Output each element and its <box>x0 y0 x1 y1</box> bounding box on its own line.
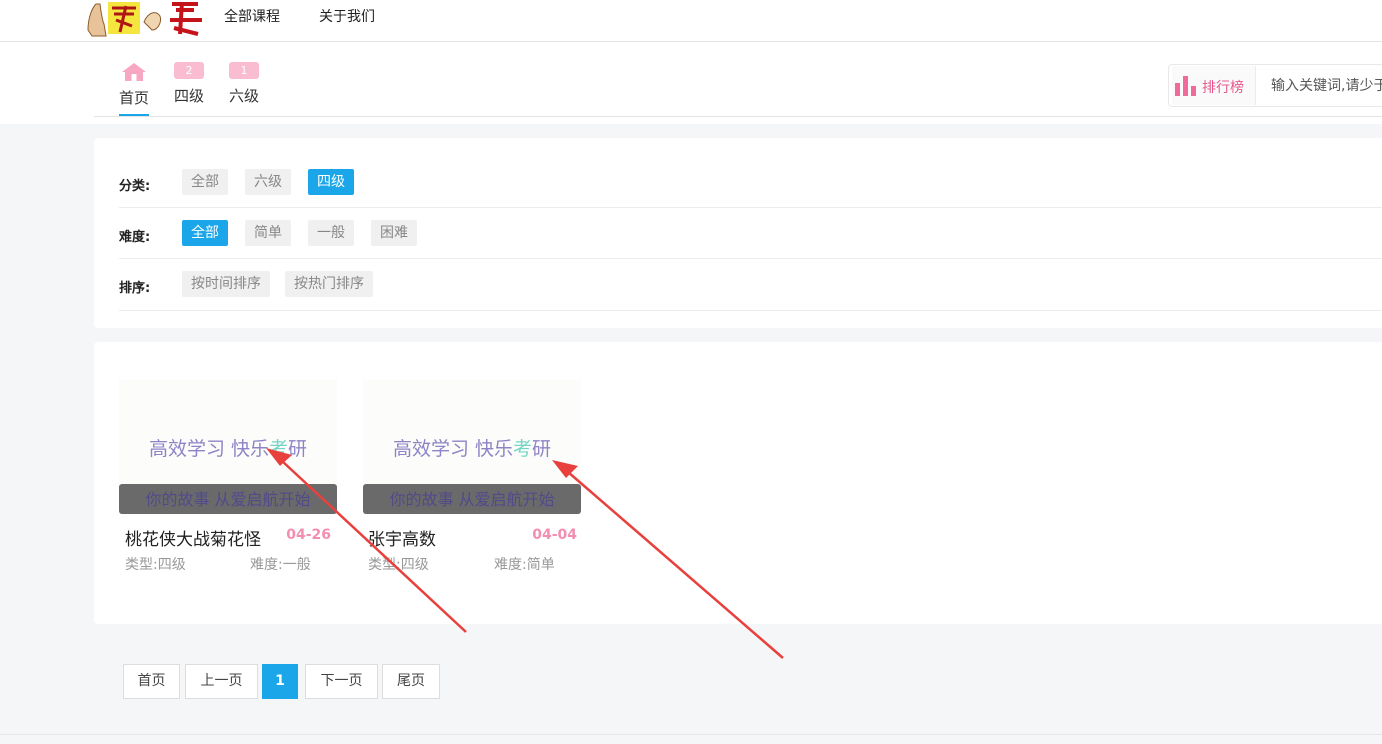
course-date: 04-26 <box>286 527 331 543</box>
active-tab-indicator <box>119 114 149 116</box>
footer-divider <box>0 734 1382 735</box>
category-option-cet6[interactable]: 六级 <box>245 169 291 195</box>
bar-chart-icon <box>1175 76 1197 100</box>
site-logo[interactable] <box>86 0 206 38</box>
tab-home[interactable]: 首页 <box>117 62 151 108</box>
filter-divider <box>119 258 1382 259</box>
sort-label: 排序: <box>119 281 151 296</box>
subnav-divider <box>94 116 1382 117</box>
course-title[interactable]: 桃花侠大战菊花怪 <box>125 525 261 550</box>
sort-by-time[interactable]: 按时间排序 <box>182 271 270 297</box>
difficulty-option-medium[interactable]: 一般 <box>308 220 354 246</box>
ranking-label: 排行榜 <box>1202 80 1244 96</box>
top-header <box>0 0 1382 42</box>
sort-by-popularity[interactable]: 按热门排序 <box>285 271 373 297</box>
page-next[interactable]: 下一页 <box>305 664 378 699</box>
page-first[interactable]: 首页 <box>123 664 180 699</box>
course-thumbnail[interactable]: 高效学习 快乐考研 你的故事 从爱启航开始 <box>363 380 581 514</box>
count-badge: 1 <box>229 62 259 79</box>
nav-all-courses[interactable]: 全部课程 <box>224 6 280 26</box>
difficulty-option-easy[interactable]: 简单 <box>245 220 291 246</box>
tab-label: 六级 <box>228 87 259 105</box>
course-type: 类型:四级 <box>368 557 429 573</box>
ranking-button[interactable]: 排行榜 <box>1172 66 1256 105</box>
difficulty-option-hard[interactable]: 困难 <box>371 220 417 246</box>
course-date: 04-04 <box>532 527 577 543</box>
category-option-cet4[interactable]: 四级 <box>308 169 354 195</box>
difficulty-label: 难度: <box>119 230 151 245</box>
tab-label: 四级 <box>173 87 204 105</box>
count-badge: 2 <box>174 62 204 79</box>
course-difficulty: 难度:简单 <box>494 557 555 573</box>
filter-divider <box>119 310 1382 311</box>
filter-divider <box>119 207 1382 208</box>
page-last[interactable]: 尾页 <box>382 664 440 699</box>
category-label: 分类: <box>119 179 151 194</box>
course-card[interactable]: 高效学习 快乐考研 你的故事 从爱启航开始 桃花侠大战菊花怪 04-26 类型:… <box>119 380 339 580</box>
difficulty-option-all[interactable]: 全部 <box>182 220 228 246</box>
thumbnail-slogan: 高效学习 快乐考研 <box>392 438 552 460</box>
tab-cet6[interactable]: 1 六级 <box>227 62 261 106</box>
course-type: 类型:四级 <box>125 557 186 573</box>
thumbnail-caption: 你的故事 从爱启航开始 <box>145 490 311 509</box>
home-icon <box>121 62 147 82</box>
page-prev[interactable]: 上一页 <box>185 664 258 699</box>
tab-label: 首页 <box>118 89 149 107</box>
course-card[interactable]: 高效学习 快乐考研 你的故事 从爱启航开始 张宇高数 04-04 类型:四级 难… <box>363 380 583 580</box>
nav-about-us[interactable]: 关于我们 <box>319 6 375 26</box>
course-difficulty: 难度:一般 <box>250 557 311 573</box>
thumbnail-caption: 你的故事 从爱启航开始 <box>389 490 555 509</box>
tab-cet4[interactable]: 2 四级 <box>172 62 206 106</box>
course-thumbnail[interactable]: 高效学习 快乐考研 你的故事 从爱启航开始 <box>119 380 337 514</box>
thumbnail-slogan: 高效学习 快乐考研 <box>148 438 308 460</box>
search-input[interactable] <box>1260 66 1382 105</box>
category-option-all[interactable]: 全部 <box>182 169 228 195</box>
page-current[interactable]: 1 <box>262 664 298 699</box>
course-title[interactable]: 张宇高数 <box>368 525 436 550</box>
